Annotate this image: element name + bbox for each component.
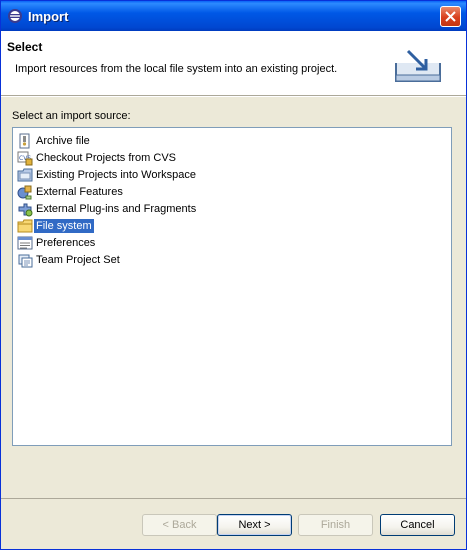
page-title: Select	[7, 40, 43, 54]
close-button[interactable]	[440, 6, 461, 27]
title-bar[interactable]: Import	[1, 1, 466, 31]
wizard-buttons: < Back Next > Finish Cancel	[1, 498, 466, 549]
eclipse-icon	[8, 9, 22, 23]
features-icon	[17, 185, 32, 200]
header-separator	[1, 96, 466, 97]
wizard-header: Select Import resources from the local f…	[1, 31, 466, 96]
import-source-label: Select an import source:	[12, 110, 131, 122]
folder-icon	[17, 219, 33, 233]
preferences-icon	[17, 236, 33, 250]
next-button[interactable]: Next >	[217, 514, 292, 536]
import-wizard-icon	[395, 49, 441, 82]
import-dialog: Import Select Import resources from the …	[0, 0, 467, 550]
page-description: Import resources from the local file sys…	[15, 63, 338, 75]
back-button[interactable]: < Back	[142, 514, 217, 536]
import-source-list[interactable]: Archive file CVS Checkout Projects from …	[12, 127, 452, 446]
cvs-icon: CVS	[17, 151, 33, 166]
archive-file-icon	[19, 133, 30, 149]
plugin-icon	[18, 203, 33, 217]
finish-button[interactable]: Finish	[298, 514, 373, 536]
team-project-icon	[18, 254, 33, 268]
close-icon	[445, 11, 456, 22]
window-title: Import	[28, 9, 69, 24]
projects-folder-icon	[17, 168, 33, 182]
cancel-button[interactable]: Cancel	[380, 514, 455, 536]
